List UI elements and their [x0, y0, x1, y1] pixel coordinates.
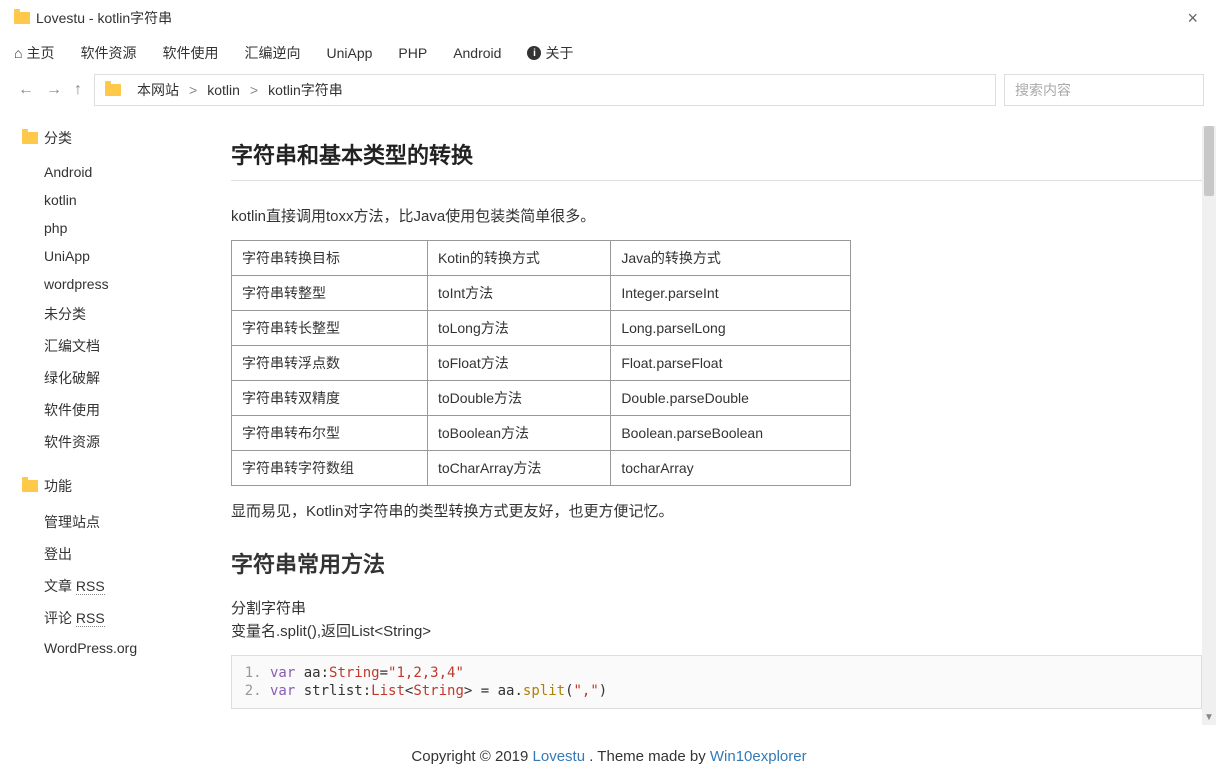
table-row: 字符串转长整型toLong方法Long.parselLong: [232, 311, 851, 346]
sidebar-section-header: 功能: [22, 476, 215, 496]
sidebar-item[interactable]: 管理站点: [44, 506, 215, 538]
article-paragraph: kotlin直接调用toxx方法，比Java使用包装类简单很多。: [231, 205, 1202, 226]
article-subheading: 字符串常用方法: [231, 547, 1202, 579]
menu-about[interactable]: i 关于: [527, 43, 573, 63]
footer-theme-link[interactable]: Win10explorer: [710, 748, 807, 765]
chevron-right-icon: >: [250, 82, 258, 98]
sidebar-item[interactable]: 绿化破解: [44, 362, 215, 394]
table-header: Java的转换方式: [611, 241, 851, 276]
sidebar-section-title: 分类: [44, 128, 72, 148]
up-icon[interactable]: ↑: [74, 81, 82, 99]
breadcrumb: 本网站 > kotlin > kotlin字符串: [94, 74, 996, 106]
divider: [231, 180, 1202, 181]
footer-copyright: Copyright © 2019: [411, 748, 532, 765]
folder-icon: [105, 84, 121, 96]
folder-icon: [22, 132, 38, 144]
sidebar-categories: 分类 Android kotlin php UniApp wordpress 未…: [44, 128, 215, 458]
footer-theme-pre: . Theme made by: [585, 748, 710, 765]
menu-about-label: 关于: [545, 43, 573, 63]
code-block: var aa:String="1,2,3,4" var strlist:List…: [231, 655, 1202, 709]
menu-item[interactable]: PHP: [398, 45, 427, 61]
menu-item[interactable]: UniApp: [326, 45, 372, 61]
table-header: 字符串转换目标: [232, 241, 428, 276]
sidebar-item[interactable]: WordPress.org: [44, 634, 215, 662]
body-area: 分类 Android kotlin php UniApp wordpress 未…: [0, 114, 1218, 738]
forward-icon[interactable]: →: [46, 81, 62, 99]
article-paragraph: 显而易见，Kotlin对字符串的类型转换方式更友好，也更方便记忆。: [231, 500, 1202, 521]
menu-home[interactable]: ⌂ 主页: [14, 43, 54, 63]
code-line: var strlist:List<String> = aa.split(","): [270, 682, 1187, 700]
sidebar-item[interactable]: php: [44, 214, 215, 242]
info-icon: i: [527, 46, 541, 60]
breadcrumb-item[interactable]: kotlin字符串: [268, 80, 343, 100]
article: 字符串和基本类型的转换 kotlin直接调用toxx方法，比Java使用包装类简…: [231, 138, 1202, 738]
search-input[interactable]: [1015, 75, 1193, 105]
table-row: 字符串转双精度toDouble方法Double.parseDouble: [232, 381, 851, 416]
folder-icon: [14, 12, 30, 24]
scroll-thumb[interactable]: [1204, 126, 1214, 196]
code-line: var aa:String="1,2,3,4": [270, 664, 1187, 682]
breadcrumb-item[interactable]: 本网站: [137, 80, 179, 100]
menu-item[interactable]: 软件使用: [162, 43, 218, 63]
sidebar-item[interactable]: 评论 RSS: [44, 602, 215, 634]
titlebar: Lovestu - kotlin字符串 ×: [0, 0, 1218, 36]
conversion-table: 字符串转换目标 Kotin的转换方式 Java的转换方式 字符串转整型toInt…: [231, 240, 851, 486]
sidebar-category-list: Android kotlin php UniApp wordpress 未分类 …: [44, 158, 215, 458]
sidebar-item[interactable]: 软件资源: [44, 426, 215, 458]
footer: Copyright © 2019 Lovestu . Theme made by…: [0, 738, 1218, 773]
menu-item[interactable]: 软件资源: [80, 43, 136, 63]
sidebar-item[interactable]: 未分类: [44, 298, 215, 330]
table-row: 字符串转布尔型toBoolean方法Boolean.parseBoolean: [232, 416, 851, 451]
back-icon[interactable]: ←: [18, 81, 34, 99]
search-box[interactable]: [1004, 74, 1204, 106]
sidebar-item[interactable]: 文章 RSS: [44, 570, 215, 602]
article-heading: 字符串和基本类型的转换: [231, 138, 1202, 170]
table-row: 字符串转浮点数toFloat方法Float.parseFloat: [232, 346, 851, 381]
menu-item[interactable]: 汇编逆向: [244, 43, 300, 63]
article-paragraph: 分割字符串: [231, 597, 1202, 618]
table-row: 字符串转换目标 Kotin的转换方式 Java的转换方式: [232, 241, 851, 276]
sidebar-item[interactable]: 软件使用: [44, 394, 215, 426]
menu-home-label: 主页: [26, 43, 54, 63]
sidebar-section-header: 分类: [22, 128, 215, 148]
sidebar-item[interactable]: kotlin: [44, 186, 215, 214]
sidebar-item[interactable]: wordpress: [44, 270, 215, 298]
navbar: ← → ↑ 本网站 > kotlin > kotlin字符串: [0, 74, 1218, 114]
sidebar-function-list: 管理站点 登出 文章 RSS 评论 RSS WordPress.org: [44, 506, 215, 662]
scroll-down-icon[interactable]: ▼: [1202, 711, 1216, 725]
sidebar-functions: 功能 管理站点 登出 文章 RSS 评论 RSS WordPress.org: [44, 476, 215, 662]
sidebar: 分类 Android kotlin php UniApp wordpress 未…: [0, 114, 215, 738]
nav-arrows: ← → ↑: [14, 81, 86, 99]
app-window: Lovestu - kotlin字符串 × ⌂ 主页 软件资源 软件使用 汇编逆…: [0, 0, 1218, 773]
sidebar-section-title: 功能: [44, 476, 72, 496]
article-paragraph: 变量名.split(),返回List<String>: [231, 620, 1202, 641]
table-header: Kotin的转换方式: [427, 241, 610, 276]
footer-brand-link[interactable]: Lovestu: [533, 748, 586, 765]
sidebar-item[interactable]: 汇编文档: [44, 330, 215, 362]
home-icon: ⌂: [14, 45, 22, 61]
table-row: 字符串转整型toInt方法Integer.parseInt: [232, 276, 851, 311]
sidebar-item[interactable]: 登出: [44, 538, 215, 570]
sidebar-item[interactable]: Android: [44, 158, 215, 186]
table-row: 字符串转字符数组toCharArray方法tocharArray: [232, 451, 851, 486]
menu-item[interactable]: Android: [453, 45, 501, 61]
chevron-right-icon: >: [189, 82, 197, 98]
menubar: ⌂ 主页 软件资源 软件使用 汇编逆向 UniApp PHP Android i…: [0, 36, 1218, 74]
scrollbar[interactable]: ▲ ▼: [1202, 126, 1216, 725]
content-area: 字符串和基本类型的转换 kotlin直接调用toxx方法，比Java使用包装类简…: [215, 114, 1218, 738]
window-title: Lovestu - kotlin字符串: [36, 8, 172, 28]
close-icon[interactable]: ×: [1181, 8, 1204, 29]
sidebar-item[interactable]: UniApp: [44, 242, 215, 270]
breadcrumb-item[interactable]: kotlin: [207, 82, 240, 98]
folder-icon: [22, 480, 38, 492]
